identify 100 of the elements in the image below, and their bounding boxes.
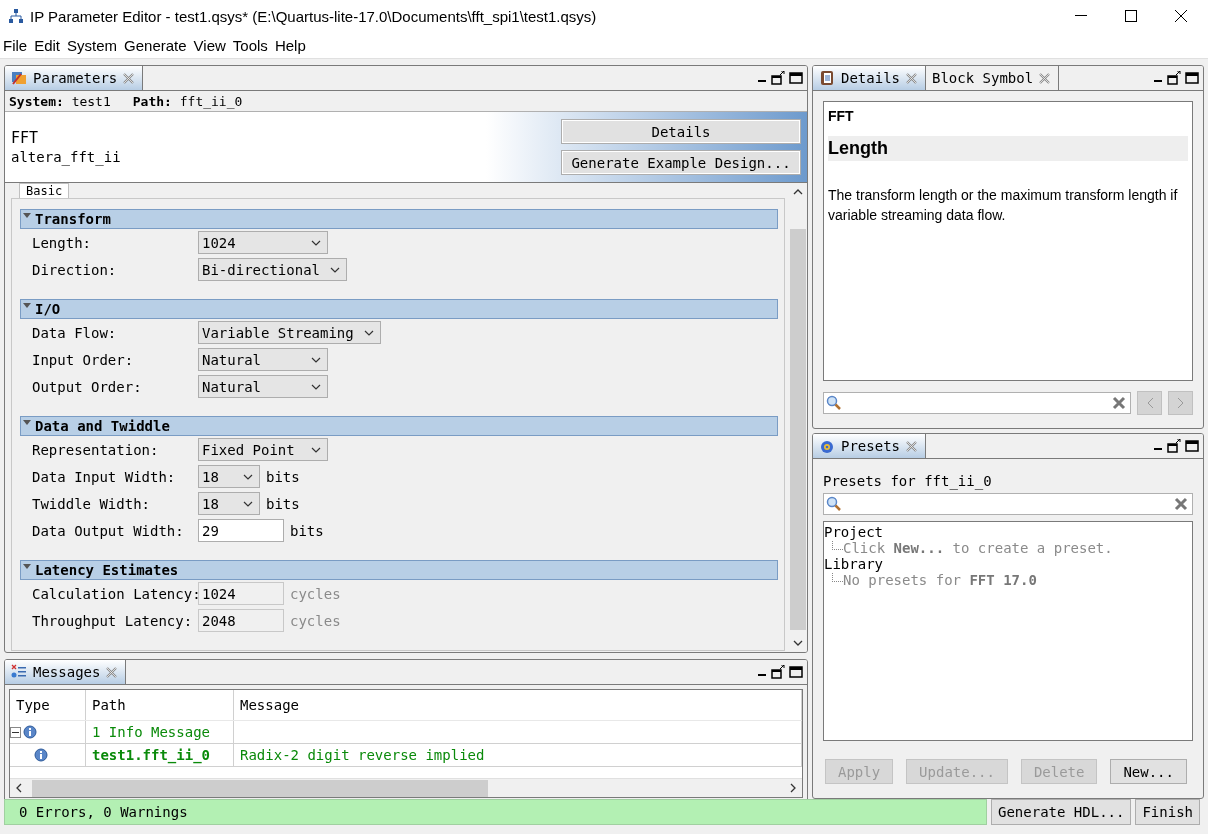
restore-icon[interactable] (771, 665, 785, 679)
dropdown[interactable]: Natural (198, 375, 328, 398)
panel-tab[interactable]: Parameters (5, 66, 144, 90)
path-info: Path: fft_ii_0 (132, 93, 243, 109)
collapse-icon[interactable] (10, 726, 21, 738)
dropdown[interactable]: Natural (198, 348, 328, 371)
section-header[interactable]: I/O (20, 299, 778, 319)
presets-label: Presets for fft_ii_0 (823, 473, 993, 489)
menu-item[interactable]: System (64, 36, 122, 54)
messages-icon (11, 664, 27, 680)
minimize-icon[interactable] (1075, 15, 1087, 17)
menu-item[interactable]: File (0, 36, 32, 54)
message-path: test1.fft_ii_0 (86, 744, 234, 766)
header-button[interactable]: Details (561, 119, 801, 144)
clear-icon[interactable] (1174, 497, 1188, 511)
menu-item[interactable]: Tools (229, 36, 272, 54)
component-id: altera_fft_ii (11, 149, 122, 165)
maximize-icon[interactable] (789, 72, 803, 84)
unit-label: bits (266, 468, 300, 485)
dropdown[interactable]: 18 (198, 492, 260, 515)
message-path: 1 Info Message (86, 721, 234, 743)
header-button[interactable]: Generate Example Design... (561, 150, 801, 175)
parameter-label: Data Flow: (32, 324, 118, 341)
parameter-label: Data Input Width: (32, 468, 177, 485)
app-icon (8, 8, 24, 24)
input-field[interactable]: 29 (198, 519, 284, 542)
window-title: IP Parameter Editor - test1.qsys* (E:\Quartus-lite-17.0\Documents\fft_spi1\test1.qsys) (30, 7, 598, 25)
tree-node[interactable]: Project (824, 524, 1192, 540)
close-icon[interactable] (1175, 10, 1187, 22)
message-text: Radix-2 digit reverse implied (234, 744, 802, 766)
dropdown[interactable]: Variable Streaming (198, 321, 381, 344)
search-icon (826, 395, 842, 411)
dropdown[interactable]: 1024 (198, 231, 328, 254)
restore-icon[interactable] (1167, 439, 1181, 453)
page-tab[interactable]: Basic (19, 183, 70, 198)
section-header[interactable]: Data and Twiddle (20, 416, 778, 436)
maximize-icon[interactable] (1185, 440, 1199, 452)
panel-tab[interactable]: Details (813, 66, 926, 90)
search-icon (826, 496, 842, 512)
footer-button[interactable]: Generate HDL... (991, 799, 1132, 825)
section-header[interactable]: Transform (20, 209, 778, 229)
dropdown[interactable]: 18 (198, 465, 260, 488)
parameter-label: Throughput Latency: (32, 612, 194, 629)
parameter-label: Input Order: (32, 351, 135, 368)
search-field[interactable] (823, 493, 1193, 515)
status-bar: 0 Errors, 0 Warnings (4, 799, 987, 825)
column-header[interactable]: Message (234, 690, 802, 720)
tree-node[interactable]: Library (824, 556, 1192, 572)
unit-label: bits (266, 495, 300, 512)
info-icon (34, 748, 48, 762)
clear-icon[interactable] (1112, 396, 1126, 410)
parameter-label: Direction: (32, 261, 118, 278)
parameter-label: Twiddle Width: (32, 495, 151, 512)
footer-button[interactable]: Finish (1135, 799, 1200, 825)
readonly-field[interactable]: 2048 (198, 609, 284, 632)
column-header[interactable]: Type (10, 690, 86, 720)
parameter-label: Length: (32, 234, 92, 251)
details-heading: Length (828, 136, 1188, 161)
restore-icon[interactable] (1167, 71, 1181, 85)
parameters-icon (11, 70, 27, 86)
parameter-label: Representation: (32, 441, 160, 458)
unit-label: cycles (290, 612, 341, 629)
readonly-field[interactable]: 1024 (198, 582, 284, 605)
preset-button[interactable]: New... (1110, 759, 1187, 784)
presets-icon (819, 438, 835, 454)
search-field[interactable] (823, 392, 1131, 414)
unit-label: bits (290, 522, 324, 539)
menu-item[interactable]: Edit (31, 36, 65, 54)
section-header[interactable]: Latency Estimates (20, 560, 778, 580)
collapse-triangle-icon[interactable] (23, 212, 31, 220)
system-info: System: test1 (9, 93, 111, 109)
unit-label: cycles (290, 585, 341, 602)
panel-tab[interactable]: Messages (5, 660, 127, 684)
menu-item[interactable]: Help (271, 36, 310, 54)
forward-icon (1176, 397, 1185, 409)
menu-item[interactable]: Generate (121, 36, 191, 54)
info-icon (23, 725, 37, 739)
maximize-icon[interactable] (1185, 72, 1199, 84)
details-description: The transform length or the maximum transform length if variable streaming data flow. (828, 186, 1179, 225)
dropdown[interactable]: Bi-directional (198, 258, 347, 281)
tree-hint: Click New... to create a preset. (843, 540, 1113, 556)
parameter-label: Calculation Latency: (32, 585, 198, 602)
back-icon (1145, 397, 1154, 409)
parameter-label: Data Output Width: (32, 522, 185, 539)
tree-hint: No presets for FFT 17.0 (843, 572, 1037, 588)
component-name: FFT (11, 129, 40, 147)
column-header[interactable]: Path (86, 690, 234, 720)
maximize-icon[interactable] (789, 666, 803, 678)
horizontal-scrollbar[interactable] (10, 778, 802, 797)
document-icon (819, 70, 835, 86)
collapse-triangle-icon[interactable] (23, 563, 31, 571)
details-title: FFT (828, 108, 855, 124)
menu-item[interactable]: View (190, 36, 230, 54)
parameter-label: Output Order: (32, 378, 143, 395)
panel-tab[interactable]: Presets (813, 434, 926, 458)
collapse-triangle-icon[interactable] (23, 302, 31, 310)
maximize-icon[interactable] (1125, 10, 1137, 22)
restore-icon[interactable] (771, 71, 785, 85)
collapse-triangle-icon[interactable] (23, 419, 31, 427)
dropdown[interactable]: Fixed Point (198, 438, 328, 461)
